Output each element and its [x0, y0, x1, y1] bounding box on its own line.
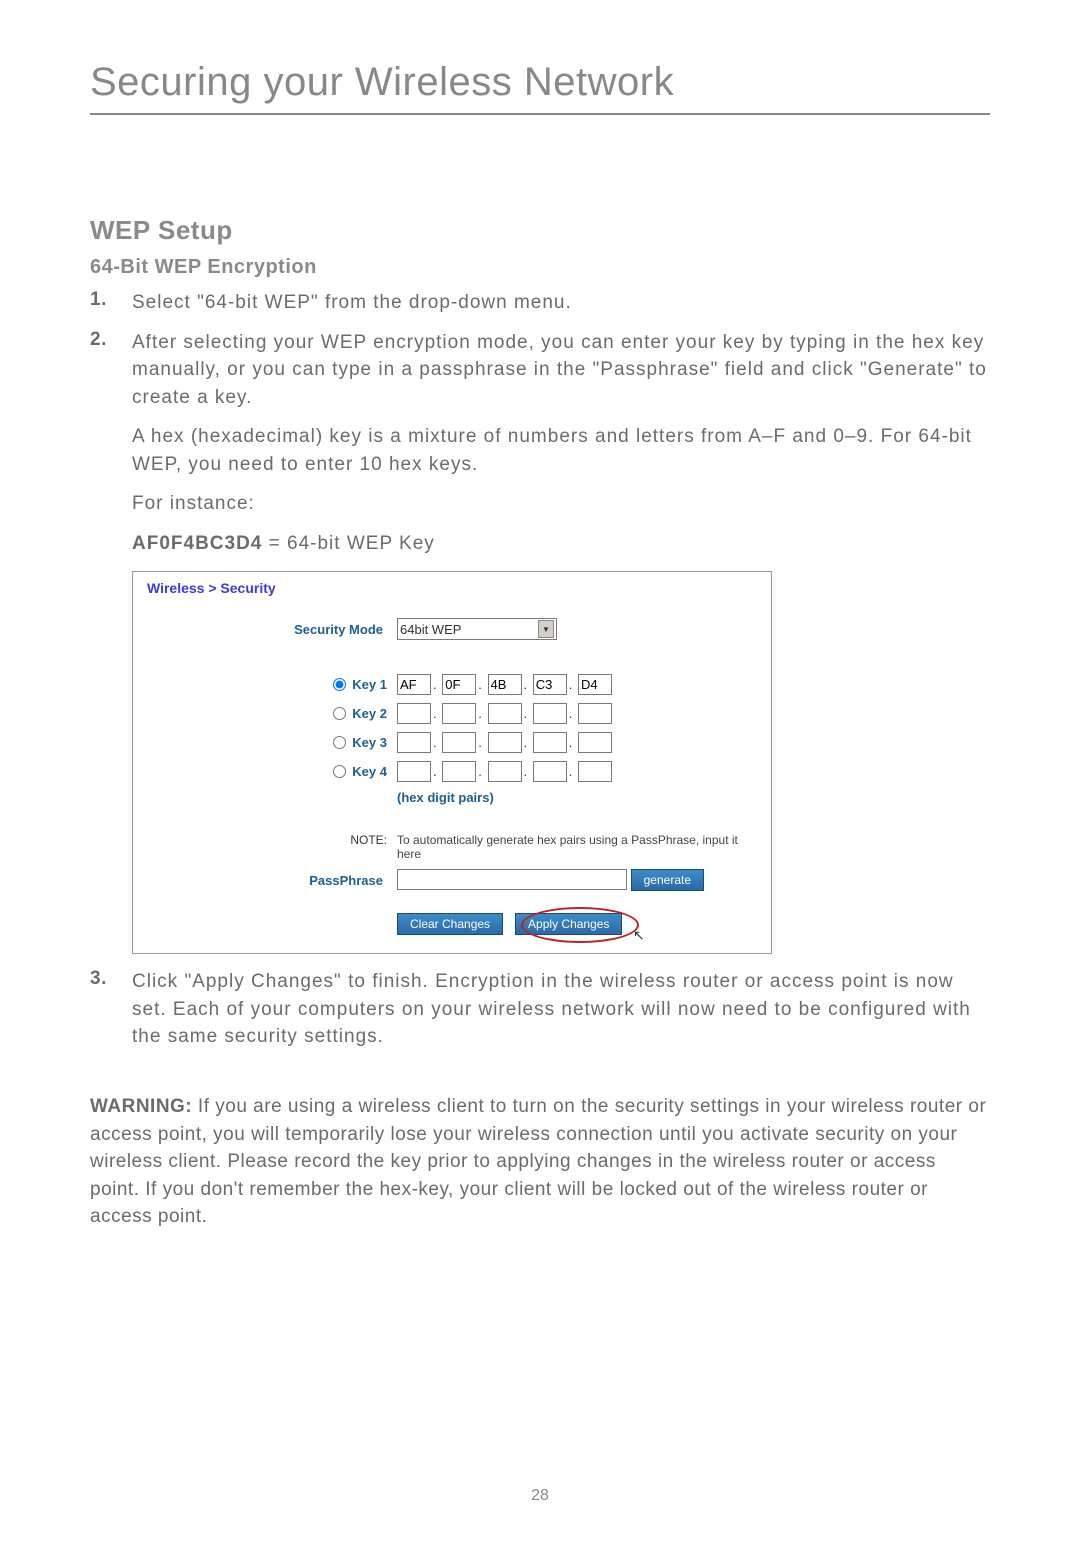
key3-hex1[interactable] — [397, 732, 431, 753]
step-number-3: 3. — [90, 968, 132, 1051]
step-number-2: 2. — [90, 329, 132, 412]
key4-hex3[interactable] — [488, 761, 522, 782]
key1-hex1[interactable] — [397, 674, 431, 695]
key2-hex4[interactable] — [533, 703, 567, 724]
section-heading: WEP Setup — [90, 215, 990, 246]
note-label: NOTE: — [147, 833, 397, 861]
key1-hex2[interactable] — [442, 674, 476, 695]
passphrase-input[interactable] — [397, 869, 627, 890]
key4-hex2[interactable] — [442, 761, 476, 782]
key2-radio[interactable] — [333, 707, 346, 720]
key1-radio[interactable] — [333, 678, 346, 691]
key2-hex3[interactable] — [488, 703, 522, 724]
key1-hex5[interactable] — [578, 674, 612, 695]
generate-button[interactable]: generate — [631, 869, 704, 891]
key1-hex4[interactable] — [533, 674, 567, 695]
page-number: 28 — [0, 1487, 1080, 1505]
key2-label: Key 2 — [352, 706, 387, 721]
note-text: To automatically generate hex pairs usin… — [397, 833, 757, 861]
key3-radio[interactable] — [333, 736, 346, 749]
step-3-text: Click "Apply Changes" to finish. Encrypt… — [132, 968, 990, 1051]
example-key-rest: = 64-bit WEP Key — [262, 533, 434, 554]
security-mode-select[interactable]: 64bit WEP ▼ — [397, 618, 557, 640]
clear-changes-button[interactable]: Clear Changes — [397, 913, 503, 935]
security-mode-value: 64bit WEP — [400, 622, 461, 637]
step-number-1: 1. — [90, 289, 132, 317]
passphrase-label: PassPhrase — [147, 873, 397, 888]
key1-hex3[interactable] — [488, 674, 522, 695]
key4-hex4[interactable] — [533, 761, 567, 782]
warning-text: If you are using a wireless client to tu… — [90, 1096, 986, 1227]
step-2-paragraph-2: A hex (hexadecimal) key is a mixture of … — [132, 423, 990, 478]
key2-hex2[interactable] — [442, 703, 476, 724]
key4-label: Key 4 — [352, 764, 387, 779]
router-ui-screenshot: Wireless > Security Security Mode 64bit … — [132, 571, 772, 954]
step-2-text: After selecting your WEP encryption mode… — [132, 329, 990, 412]
hex-digit-pairs-note: (hex digit pairs) — [397, 790, 757, 805]
warning-block: WARNING: If you are using a wireless cli… — [90, 1093, 990, 1231]
key3-hex5[interactable] — [578, 732, 612, 753]
step-1-text: Select "64-bit WEP" from the drop-down m… — [132, 289, 990, 317]
step-2-paragraph-3: For instance: — [132, 490, 990, 518]
wep-key-example: AF0F4BC3D4 = 64-bit WEP Key — [132, 530, 990, 558]
key1-label: Key 1 — [352, 677, 387, 692]
key2-hex1[interactable] — [397, 703, 431, 724]
cursor-icon: ↖ — [633, 927, 645, 944]
security-mode-label: Security Mode — [147, 622, 397, 637]
key3-label: Key 3 — [352, 735, 387, 750]
dropdown-arrow-icon[interactable]: ▼ — [538, 620, 554, 638]
key3-hex2[interactable] — [442, 732, 476, 753]
page-title: Securing your Wireless Network — [90, 60, 990, 115]
apply-changes-button[interactable]: Apply Changes — [515, 913, 622, 935]
key3-hex3[interactable] — [488, 732, 522, 753]
key4-hex1[interactable] — [397, 761, 431, 782]
key4-radio[interactable] — [333, 765, 346, 778]
key3-hex4[interactable] — [533, 732, 567, 753]
breadcrumb: Wireless > Security — [147, 580, 757, 596]
key2-hex5[interactable] — [578, 703, 612, 724]
example-key-bold: AF0F4BC3D4 — [132, 533, 262, 554]
warning-label: WARNING: — [90, 1096, 192, 1117]
subsection-heading: 64-Bit WEP Encryption — [90, 256, 990, 279]
key4-hex5[interactable] — [578, 761, 612, 782]
